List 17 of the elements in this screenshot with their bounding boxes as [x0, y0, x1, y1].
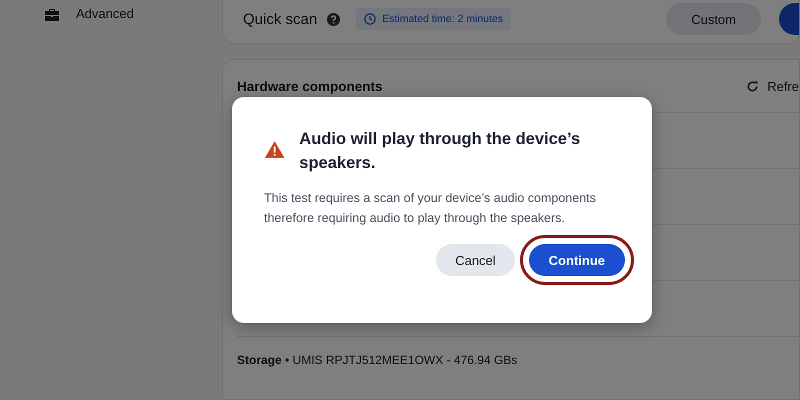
scan-title: Quick scan	[243, 10, 318, 28]
help-icon[interactable]	[327, 12, 340, 26]
warning-icon	[264, 139, 286, 160]
section-title: Hardware components	[237, 78, 383, 94]
dialog-message: This test requires a scan of your device’s audio components therefore requiring audio to play through the speakers.	[264, 190, 597, 227]
estimate-text: Estimated time: 2 minutes	[382, 13, 503, 25]
cancel-button[interactable]: Cancel	[436, 244, 515, 276]
component-row-text: Storage • UMIS RPJTJ512MEE1OWX - 476.94 GBs	[237, 353, 518, 367]
continue-button[interactable]: Continue	[528, 244, 625, 276]
primary-button[interactable]	[779, 3, 799, 35]
sidebar-item[interactable]: Advanced	[0, 6, 222, 21]
refresh-button[interactable]: Refre	[746, 78, 799, 94]
dialog-title: Audio will play through the device’s speakers.	[299, 129, 582, 174]
toolbox-icon	[44, 6, 60, 20]
clock-icon	[364, 13, 376, 25]
custom-button[interactable]: Custom	[666, 3, 761, 35]
refresh-icon	[746, 80, 760, 92]
